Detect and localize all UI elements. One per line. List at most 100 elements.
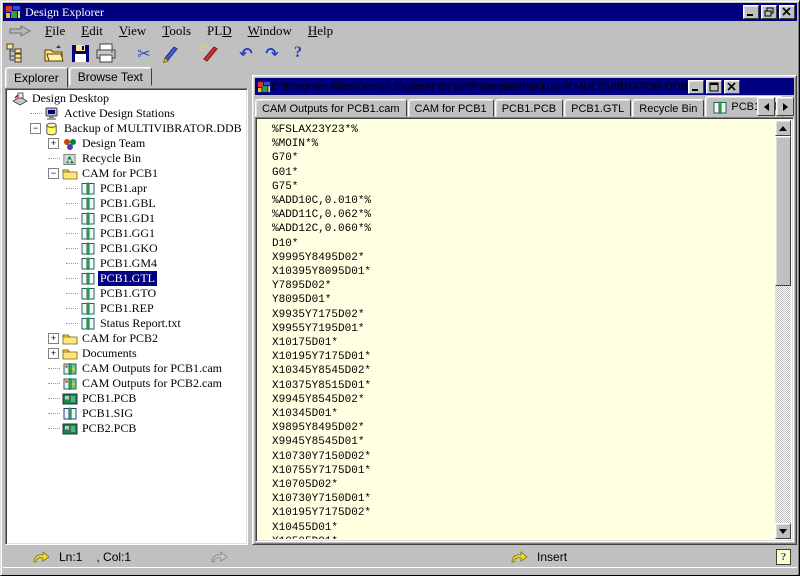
tab-scroll-right-button[interactable] bbox=[776, 97, 794, 116]
undo-button[interactable]: ↶ bbox=[233, 41, 259, 65]
tree-item-pcb1-gm4[interactable]: PCB1.GM4 bbox=[8, 256, 245, 271]
document-tab-cam-outputs-for-pcb1-cam[interactable]: CAM Outputs for PCB1.cam bbox=[255, 99, 407, 117]
collapse-expander[interactable]: − bbox=[30, 123, 41, 134]
menu-edit[interactable]: Edit bbox=[73, 22, 111, 40]
scroll-up-button[interactable] bbox=[775, 120, 791, 136]
doc-icon bbox=[80, 182, 98, 195]
sidebar-tab-browse-text[interactable]: Browse Text bbox=[69, 67, 152, 86]
tree-item-label[interactable]: PCB1.GM4 bbox=[98, 256, 159, 271]
open-button[interactable] bbox=[41, 41, 67, 65]
tree-item-label[interactable]: CAM for PCB2 bbox=[80, 331, 160, 346]
tree-item-pcb1-gbl[interactable]: PCB1.GBL bbox=[8, 196, 245, 211]
menu-view[interactable]: View bbox=[111, 22, 154, 40]
tree-item-pcb1-pcb[interactable]: PCB1.PCB bbox=[8, 391, 245, 406]
tree-item-label[interactable]: PCB1.REP bbox=[98, 301, 156, 316]
tree-item-documents[interactable]: + Documents bbox=[8, 346, 245, 361]
document-title-bar[interactable]: C:\Program Files\Design Explorer 99 SE\E… bbox=[255, 78, 794, 95]
doc-minimize-button[interactable] bbox=[688, 80, 704, 94]
tree-item-pcb1-gd1[interactable]: PCB1.GD1 bbox=[8, 211, 245, 226]
document-tab-pcb1-pcb[interactable]: PCB1.PCB bbox=[495, 99, 563, 117]
tree-item-label[interactable]: PCB1.apr bbox=[98, 181, 149, 196]
tree-item-label[interactable]: PCB1.PCB bbox=[80, 391, 138, 406]
tree-item-pcb2-pcb[interactable]: PCB2.PCB bbox=[8, 421, 245, 436]
tree-item-label[interactable]: PCB1.GTO bbox=[98, 286, 158, 301]
forward-jump-icon[interactable] bbox=[209, 550, 229, 564]
tree-item-cam-for-pcb1[interactable]: − CAM for PCB1 bbox=[8, 166, 245, 181]
restore-button[interactable] bbox=[761, 5, 777, 19]
tree-item-pcb1-gtl[interactable]: PCB1.GTL bbox=[8, 271, 245, 286]
tab-scroll-left-button[interactable] bbox=[757, 97, 775, 116]
scroll-thumb[interactable] bbox=[775, 136, 791, 286]
tree-item-label[interactable]: PCB1.GKO bbox=[98, 241, 160, 256]
tree-item-pcb1-apr[interactable]: PCB1.apr bbox=[8, 181, 245, 196]
tree-item-label[interactable]: Status Report.txt bbox=[98, 316, 183, 331]
tree-item-cam-for-pcb2[interactable]: + CAM for PCB2 bbox=[8, 331, 245, 346]
menu-tools[interactable]: Tools bbox=[154, 22, 199, 40]
tree-item-pcb1-gto[interactable]: PCB1.GTO bbox=[8, 286, 245, 301]
doc-icon bbox=[712, 101, 728, 114]
paste-button[interactable] bbox=[157, 41, 183, 65]
wand-button[interactable] bbox=[195, 41, 221, 65]
tree-item-label[interactable]: Documents bbox=[80, 346, 139, 361]
tree-item-label[interactable]: PCB1.SIG bbox=[80, 406, 135, 421]
tree-item-label[interactable]: PCB1.GD1 bbox=[98, 211, 157, 226]
title-bar[interactable]: Design Explorer bbox=[3, 3, 797, 21]
design-manager-button[interactable] bbox=[3, 41, 29, 65]
document-tab-recycle-bin[interactable]: Recycle Bin bbox=[632, 99, 704, 117]
tree-item-label[interactable]: PCB1.GTL bbox=[98, 271, 157, 286]
expand-expander[interactable]: + bbox=[48, 138, 59, 149]
print-button[interactable] bbox=[93, 41, 119, 65]
editor-text[interactable]: %FSLAX23Y23*% %MOIN*% G70* G01* G75* %AD… bbox=[258, 120, 775, 539]
collapse-expander[interactable]: − bbox=[48, 168, 59, 179]
tree-item-pcb1-gg1[interactable]: PCB1.GG1 bbox=[8, 226, 245, 241]
vertical-scrollbar[interactable] bbox=[775, 120, 791, 539]
document-tab-cam-for-pcb1[interactable]: CAM for PCB1 bbox=[408, 99, 494, 117]
save-button[interactable] bbox=[67, 41, 93, 65]
tree-item-label[interactable]: CAM for PCB1 bbox=[80, 166, 160, 181]
workstation-icon bbox=[44, 107, 62, 121]
tree-item-label[interactable]: Design Desktop bbox=[30, 91, 111, 106]
close-button[interactable] bbox=[779, 5, 795, 19]
doc-maximize-button[interactable] bbox=[706, 80, 722, 94]
tree-item-label[interactable]: CAM Outputs for PCB1.cam bbox=[80, 361, 224, 376]
tree-item-active-design-stations[interactable]: Active Design Stations bbox=[8, 106, 245, 121]
document-path-title: C:\Program Files\Design Explorer 99 SE\E… bbox=[271, 81, 688, 93]
tree-item-recycle-bin[interactable]: Recycle Bin bbox=[8, 151, 245, 166]
menu-pld[interactable]: PLD bbox=[199, 22, 240, 40]
menu-file[interactable]: File bbox=[37, 22, 73, 40]
redo-button[interactable]: ↷ bbox=[259, 41, 285, 65]
menu-window[interactable]: Window bbox=[240, 22, 300, 40]
window-title: Design Explorer bbox=[25, 5, 743, 20]
tree-item-design-desktop[interactable]: Design Desktop bbox=[8, 91, 245, 106]
tree-item-label[interactable]: Active Design Stations bbox=[62, 106, 177, 121]
sidebar-tab-explorer[interactable]: Explorer bbox=[5, 67, 68, 88]
tree-item-design-team[interactable]: + Design Team bbox=[8, 136, 245, 151]
doc-close-button[interactable] bbox=[724, 80, 740, 94]
tree-item-backup-of-multivibrator-ddb[interactable]: − Backup of MULTIVIBRATOR.DDB bbox=[8, 121, 245, 136]
expand-expander[interactable]: + bbox=[48, 348, 59, 359]
tree-item-label[interactable]: PCB2.PCB bbox=[80, 421, 138, 436]
back-jump-icon[interactable] bbox=[31, 550, 51, 564]
tree-item-label[interactable]: CAM Outputs for PCB2.cam bbox=[80, 376, 224, 391]
menu-help[interactable]: Help bbox=[300, 22, 341, 40]
tree-item-label[interactable]: Backup of MULTIVIBRATOR.DDB bbox=[62, 121, 244, 136]
tree-item-label[interactable]: Recycle Bin bbox=[80, 151, 143, 166]
tree-item-cam-outputs-for-pcb2-cam[interactable]: CAM Outputs for PCB2.cam bbox=[8, 376, 245, 391]
tree-item-status-report-txt[interactable]: Status Report.txt bbox=[8, 316, 245, 331]
expand-expander[interactable]: + bbox=[48, 333, 59, 344]
help-button[interactable]: ? bbox=[285, 41, 311, 65]
tree-item-pcb1-gko[interactable]: PCB1.GKO bbox=[8, 241, 245, 256]
tree-item-pcb1-sig[interactable]: PCB1.SIG bbox=[8, 406, 245, 421]
folder-icon bbox=[62, 167, 80, 180]
cut-button[interactable]: ✂ bbox=[131, 41, 157, 65]
tree-item-cam-outputs-for-pcb1-cam[interactable]: CAM Outputs for PCB1.cam bbox=[8, 361, 245, 376]
status-help-button[interactable]: ? bbox=[776, 549, 791, 565]
doc-icon bbox=[80, 227, 98, 240]
scroll-down-button[interactable] bbox=[775, 523, 791, 539]
tree-item-pcb1-rep[interactable]: PCB1.REP bbox=[8, 301, 245, 316]
document-tab-pcb1-gtl[interactable]: PCB1.GTL bbox=[564, 99, 631, 117]
tree-item-label[interactable]: Design Team bbox=[80, 136, 147, 151]
tree-item-label[interactable]: PCB1.GG1 bbox=[98, 226, 157, 241]
minimize-button[interactable] bbox=[743, 5, 759, 19]
tree-item-label[interactable]: PCB1.GBL bbox=[98, 196, 158, 211]
